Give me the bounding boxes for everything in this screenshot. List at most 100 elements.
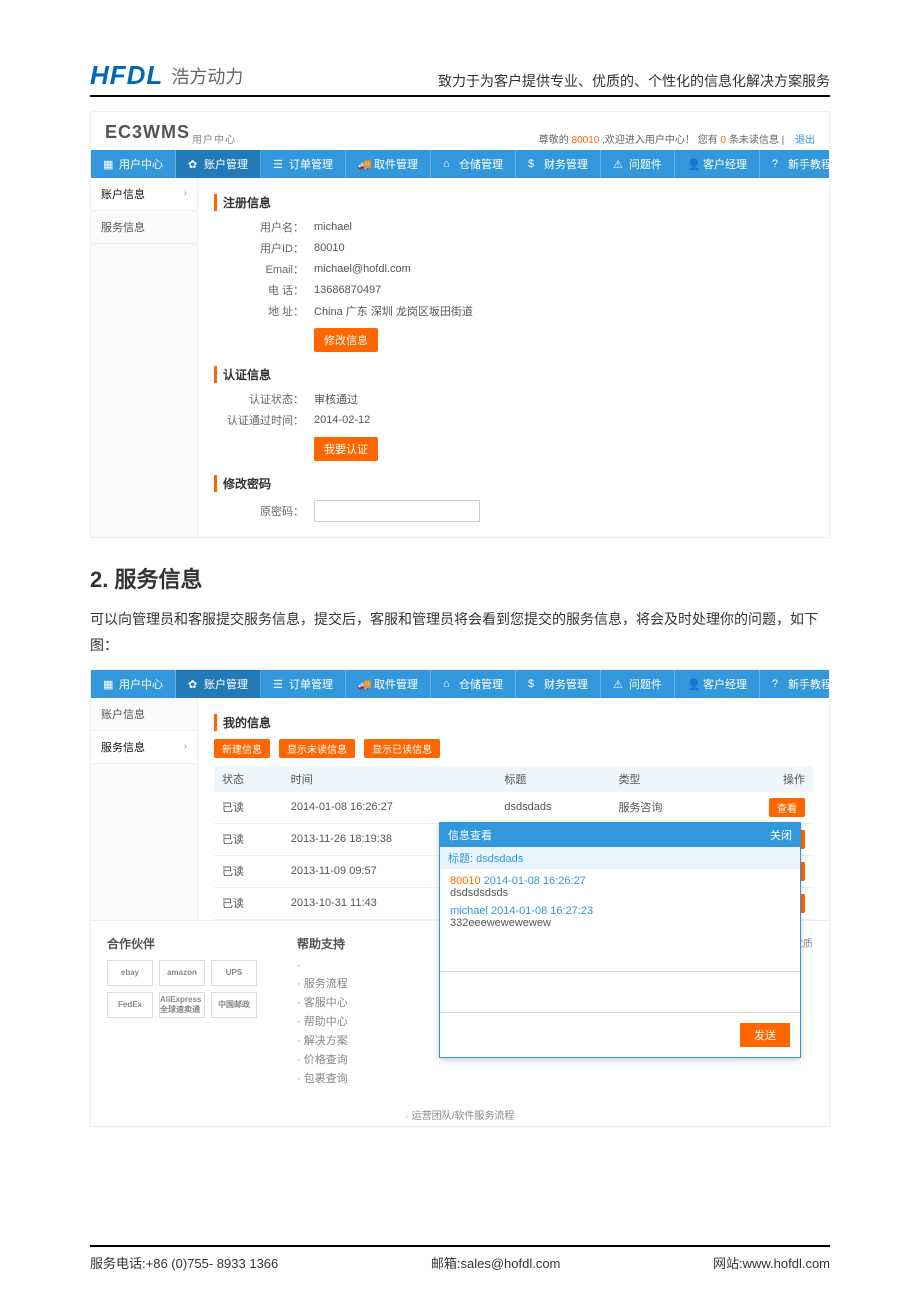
message-view-modal: 信息查看 关闭 标题: dsdsdads 80010 2014-01-08 16… bbox=[439, 822, 801, 1058]
nav-user-center[interactable]: ▦用户中心 bbox=[91, 150, 176, 178]
nav-manager[interactable]: 👤客户经理 bbox=[675, 150, 760, 178]
home-icon: ⌂ bbox=[443, 678, 455, 690]
grid-icon: ▦ bbox=[103, 158, 115, 170]
partner-logo: amazon bbox=[159, 960, 205, 986]
nav-manager[interactable]: 👤客户经理 bbox=[675, 670, 760, 698]
nav-finance[interactable]: $财务管理 bbox=[516, 670, 601, 698]
logout-link[interactable]: 退出 bbox=[795, 135, 815, 146]
send-button[interactable]: 发送 bbox=[740, 1023, 790, 1047]
help-link[interactable]: 帮助中心 bbox=[297, 1013, 348, 1029]
label-old-password: 原密码： bbox=[214, 503, 304, 519]
list-icon: ☰ bbox=[273, 158, 285, 170]
gear-icon: ✿ bbox=[188, 678, 200, 690]
section-paragraph: 可以向管理员和客服提交服务信息，提交后，客服和管理员将会看到您提交的服务信息，将… bbox=[90, 606, 830, 659]
alert-icon: ⚠ bbox=[613, 158, 625, 170]
col-time: 时间 bbox=[283, 766, 497, 792]
nav-account[interactable]: ✿账户管理 bbox=[176, 150, 261, 178]
label-username: 用户名： bbox=[214, 219, 304, 235]
nav-tutorial[interactable]: ?新手教程 bbox=[760, 150, 845, 178]
modal-input-area[interactable] bbox=[440, 971, 800, 1012]
value-username: michael bbox=[314, 221, 352, 233]
dollar-icon: $ bbox=[528, 158, 540, 170]
question-icon: ? bbox=[772, 158, 784, 170]
modal-body: 80010 2014-01-08 16:26:27 dsdsdsdsds mic… bbox=[440, 869, 800, 971]
nav-warehouse[interactable]: ⌂仓储管理 bbox=[431, 670, 516, 698]
col-op: 操作 bbox=[719, 766, 813, 792]
sidebar-item-service-info[interactable]: 服务信息› bbox=[91, 731, 197, 764]
old-password-input[interactable] bbox=[314, 500, 480, 522]
col-type: 类型 bbox=[610, 766, 718, 792]
truck-icon: 🚚 bbox=[358, 678, 370, 690]
edit-info-button[interactable]: 修改信息 bbox=[314, 328, 378, 352]
col-title: 标题 bbox=[496, 766, 610, 792]
sidebar-item-account-info[interactable]: 账户信息 bbox=[91, 698, 197, 731]
value-email: michael@hofdl.com bbox=[314, 263, 411, 275]
nav-pickup[interactable]: 🚚取件管理 bbox=[346, 150, 431, 178]
main-nav-2: ▦用户中心 ✿账户管理 ☰订单管理 🚚取件管理 ⌂仓储管理 $财务管理 ⚠问题件… bbox=[91, 670, 829, 698]
help-heading: 帮助支持 bbox=[297, 935, 348, 952]
nav-issues[interactable]: ⚠问题件 bbox=[601, 150, 675, 178]
modal-subject: 标题: dsdsdads bbox=[440, 847, 800, 869]
greeting-bar: 尊敬的 80010 ,欢迎进入用户中心！ 您有 0 条未读信息 | 退出 bbox=[539, 131, 815, 146]
app-brand: EC3WMS用户中心 bbox=[105, 122, 236, 146]
new-message-button[interactable]: 新建信息 bbox=[214, 739, 270, 758]
view-button[interactable]: 查看 bbox=[769, 798, 805, 817]
nav-account[interactable]: ✿账户管理 bbox=[176, 670, 261, 698]
nav-pickup[interactable]: 🚚取件管理 bbox=[346, 670, 431, 698]
show-unread-button[interactable]: 显示未读信息 bbox=[279, 739, 355, 758]
bottom-note: · 运营团队/软件服务流程 bbox=[91, 1103, 829, 1126]
modal-title: 信息查看 bbox=[448, 827, 492, 843]
help-link[interactable]: 客服中心 bbox=[297, 994, 348, 1010]
section-heading-2: 2. 服务信息 bbox=[90, 562, 830, 594]
nav-tutorial[interactable]: ?新手教程 bbox=[760, 670, 845, 698]
home-icon: ⌂ bbox=[443, 158, 455, 170]
nav-user-center[interactable]: ▦用户中心 bbox=[91, 670, 176, 698]
nav-finance[interactable]: $财务管理 bbox=[516, 150, 601, 178]
section-my-messages: 我的信息 bbox=[214, 714, 813, 731]
screenshot-account: EC3WMS用户中心 尊敬的 80010 ,欢迎进入用户中心！ 您有 0 条未读… bbox=[90, 111, 830, 538]
nav-warehouse[interactable]: ⌂仓储管理 bbox=[431, 150, 516, 178]
label-address: 地 址： bbox=[214, 303, 304, 319]
label-userid: 用户ID： bbox=[214, 240, 304, 256]
partner-logo: 中国邮政 bbox=[211, 992, 257, 1018]
message-toolbar: 新建信息 显示未读信息 显示已读信息 bbox=[214, 739, 813, 758]
label-phone: 电 话： bbox=[214, 282, 304, 298]
doc-logo: HFDL 浩方动力 bbox=[90, 60, 243, 91]
grid-icon: ▦ bbox=[103, 678, 115, 690]
chevron-right-icon: › bbox=[184, 188, 187, 199]
partner-logo: UPS bbox=[211, 960, 257, 986]
show-read-button[interactable]: 显示已读信息 bbox=[364, 739, 440, 758]
sidebar-2: 账户信息 服务信息› bbox=[91, 698, 198, 920]
modal-close-button[interactable]: 关闭 bbox=[770, 827, 792, 843]
request-auth-button[interactable]: 我要认证 bbox=[314, 437, 378, 461]
partners-heading: 合作伙伴 bbox=[107, 935, 257, 952]
help-link[interactable]: 包裹查询 bbox=[297, 1070, 348, 1086]
dollar-icon: $ bbox=[528, 678, 540, 690]
nav-order[interactable]: ☰订单管理 bbox=[261, 150, 346, 178]
section-registration: 注册信息 bbox=[214, 194, 813, 211]
nav-issues[interactable]: ⚠问题件 bbox=[601, 670, 675, 698]
table-row: 已读2014-01-08 16:26:27dsdsdads服务咨询查看 bbox=[214, 792, 813, 824]
value-userid: 80010 bbox=[314, 242, 345, 254]
doc-slogan: 致力于为客户提供专业、优质的、个性化的信息化解决方案服务 bbox=[438, 71, 830, 91]
screenshot-service: ▦用户中心 ✿账户管理 ☰订单管理 🚚取件管理 ⌂仓储管理 $财务管理 ⚠问题件… bbox=[90, 669, 830, 1127]
doc-footer: 服务电话:+86 (0)755- 8933 1366 邮箱:sales@hofd… bbox=[90, 1245, 830, 1272]
logo-cn: 浩方动力 bbox=[171, 63, 243, 89]
sidebar: 账户信息› 服务信息 bbox=[91, 178, 198, 537]
help-link[interactable]: 解决方案 bbox=[297, 1032, 348, 1048]
value-auth-time: 2014-02-12 bbox=[314, 414, 370, 426]
value-phone: 13686870497 bbox=[314, 284, 381, 296]
partner-logo: FedEx bbox=[107, 992, 153, 1018]
doc-header: HFDL 浩方动力 致力于为客户提供专业、优质的、个性化的信息化解决方案服务 bbox=[90, 60, 830, 97]
sidebar-item-service-info[interactable]: 服务信息 bbox=[91, 211, 197, 244]
gear-icon: ✿ bbox=[188, 158, 200, 170]
label-auth-status: 认证状态： bbox=[214, 391, 304, 407]
sidebar-item-account-info[interactable]: 账户信息› bbox=[91, 178, 197, 211]
label-auth-time: 认证通过时间： bbox=[214, 412, 304, 428]
chevron-right-icon: › bbox=[184, 741, 187, 752]
nav-order[interactable]: ☰订单管理 bbox=[261, 670, 346, 698]
partner-logo: ebay bbox=[107, 960, 153, 986]
help-link[interactable]: 价格查询 bbox=[297, 1051, 348, 1067]
help-link[interactable]: 服务流程 bbox=[297, 975, 348, 991]
truck-icon: 🚚 bbox=[358, 158, 370, 170]
